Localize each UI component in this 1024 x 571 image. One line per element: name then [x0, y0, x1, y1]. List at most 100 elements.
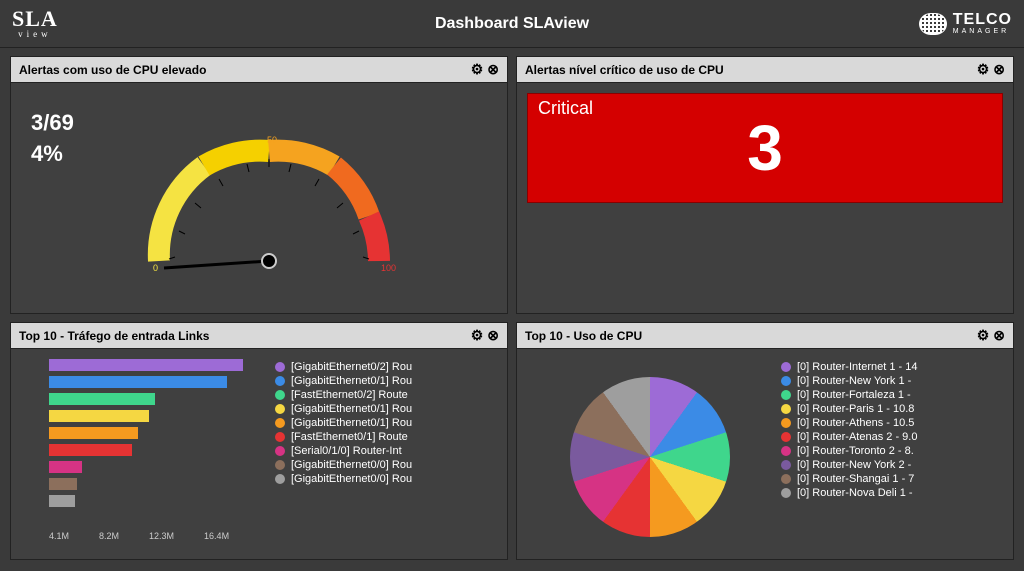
close-icon[interactable]: ⊗	[993, 61, 1005, 78]
legend-item[interactable]: [GigabitEthernet0/1] Rou	[275, 417, 499, 429]
legend-swatch	[275, 474, 285, 484]
bar-row	[49, 425, 269, 440]
panel-traffic-top10: Top 10 - Tráfego de entrada Links ⚙ ⊗ 4.…	[10, 322, 508, 560]
bar	[49, 478, 77, 490]
legend-item[interactable]: [0] Router-Toronto 2 - 8.	[781, 445, 1005, 457]
bar-row	[49, 357, 269, 372]
legend-item[interactable]: [0] Router-Athens - 10.5	[781, 417, 1005, 429]
bar	[49, 444, 132, 456]
panel-head: Top 10 - Tráfego de entrada Links ⚙ ⊗	[11, 323, 507, 349]
legend-swatch	[781, 432, 791, 442]
legend-label: [FastEthernet0/1] Route	[291, 431, 408, 443]
legend-label: [GigabitEthernet0/1] Rou	[291, 375, 412, 387]
gear-icon[interactable]: ⚙	[471, 61, 484, 78]
legend-item[interactable]: [0] Router-Paris 1 - 10.8	[781, 403, 1005, 415]
bar-row	[49, 442, 269, 457]
legend-label: [0] Router-Atenas 2 - 9.0	[797, 431, 917, 443]
legend-swatch	[275, 404, 285, 414]
legend-item[interactable]: [0] Router-Fortaleza 1 -	[781, 389, 1005, 401]
legend-swatch	[781, 474, 791, 484]
gauge-min-label: 0	[153, 263, 158, 273]
legend-swatch	[781, 488, 791, 498]
gauge-percent: 4%	[31, 139, 74, 170]
legend-label: [0] Router-Athens - 10.5	[797, 417, 914, 429]
bar-chart: 4.1M8.2M12.3M16.4M	[19, 357, 269, 551]
legend-item[interactable]: [GigabitEthernet0/0] Rou	[275, 459, 499, 471]
bar-row	[49, 493, 269, 508]
close-icon[interactable]: ⊗	[487, 61, 499, 78]
close-icon[interactable]: ⊗	[993, 327, 1005, 344]
gear-icon[interactable]: ⚙	[471, 327, 484, 344]
panel-head: Alertas com uso de CPU elevado ⚙ ⊗	[11, 57, 507, 83]
logo-left-big: SLA	[12, 6, 58, 31]
legend-swatch	[781, 404, 791, 414]
gauge-max-label: 100	[381, 263, 396, 273]
panel-title: Top 10 - Tráfego de entrada Links	[19, 329, 209, 343]
gear-icon[interactable]: ⚙	[977, 61, 990, 78]
gauge-ratio: 3/69	[31, 108, 74, 139]
legend-label: [FastEthernet0/2] Route	[291, 389, 408, 401]
logo-slaview: SLA view	[12, 8, 58, 39]
bar	[49, 393, 155, 405]
legend-item[interactable]: [GigabitEthernet0/0] Rou	[275, 473, 499, 485]
legend-swatch	[781, 460, 791, 470]
logo-right-small: MANAGER	[953, 28, 1012, 35]
cpu-legend: [0] Router-Internet 1 - 14 [0] Router-New…	[775, 357, 1005, 551]
bar	[49, 495, 75, 507]
bar	[49, 461, 82, 473]
bar	[49, 359, 243, 371]
panel-cpu-top10: Top 10 - Uso de CPU ⚙ ⊗ [0] Router-Inter…	[516, 322, 1014, 560]
legend-item[interactable]: [0] Router-New York 1 -	[781, 375, 1005, 387]
panel-head: Alertas nível crítico de uso de CPU ⚙ ⊗	[517, 57, 1013, 83]
legend-swatch	[275, 432, 285, 442]
legend-item[interactable]: [FastEthernet0/2] Route	[275, 389, 499, 401]
header: SLA view Dashboard SLAview TELCO MANAGER	[0, 0, 1024, 48]
logo-telco: TELCO MANAGER	[919, 12, 1012, 35]
bar-row	[49, 391, 269, 406]
gauge-mid-label: 50	[267, 135, 277, 145]
legend-label: [0] Router-Fortaleza 1 -	[797, 389, 911, 401]
pie-chart-area	[525, 357, 775, 551]
bar	[49, 376, 227, 388]
legend-swatch	[275, 460, 285, 470]
legend-swatch	[781, 418, 791, 428]
bar-row	[49, 476, 269, 491]
legend-item[interactable]: [0] Router-Internet 1 - 14	[781, 361, 1005, 373]
gauge-stats: 3/69 4%	[31, 108, 74, 170]
legend-label: [GigabitEthernet0/0] Rou	[291, 459, 412, 471]
legend-item[interactable]: [GigabitEthernet0/1] Rou	[275, 403, 499, 415]
gear-icon[interactable]: ⚙	[977, 327, 990, 344]
legend-swatch	[275, 418, 285, 428]
legend-swatch	[275, 390, 285, 400]
legend-label: [0] Router-New York 2 -	[797, 459, 911, 471]
page-title: Dashboard SLAview	[435, 15, 589, 33]
traffic-legend: [GigabitEthernet0/2] Rou [GigabitEthernet…	[269, 357, 499, 551]
globe-icon	[919, 13, 947, 35]
legend-item[interactable]: [0] Router-Nova Deli 1 -	[781, 487, 1005, 499]
logo-left-small: view	[12, 30, 58, 39]
panel-title: Alertas com uso de CPU elevado	[19, 63, 206, 77]
legend-item[interactable]: [0] Router-Atenas 2 - 9.0	[781, 431, 1005, 443]
legend-swatch	[781, 390, 791, 400]
critical-label: Critical	[538, 98, 593, 119]
panel-cpu-alerts-gauge: Alertas com uso de CPU elevado ⚙ ⊗ 3/69 …	[10, 56, 508, 314]
panel-critical-cpu: Alertas nível crítico de uso de CPU ⚙ ⊗ …	[516, 56, 1014, 314]
critical-value: 3	[747, 111, 783, 185]
logo-right-big: TELCO	[953, 11, 1012, 28]
critical-badge: Critical 3	[527, 93, 1003, 203]
legend-label: [0] Router-Internet 1 - 14	[797, 361, 917, 373]
legend-label: [GigabitEthernet0/1] Rou	[291, 417, 412, 429]
close-icon[interactable]: ⊗	[487, 327, 499, 344]
legend-item[interactable]: [0] Router-New York 2 -	[781, 459, 1005, 471]
axis-tick: 4.1M	[49, 531, 69, 541]
gauge-chart: 0 50 100	[129, 111, 409, 296]
dashboard-grid: Alertas com uso de CPU elevado ⚙ ⊗ 3/69 …	[0, 48, 1024, 568]
legend-swatch	[781, 376, 791, 386]
legend-item[interactable]: [0] Router-Shangai 1 - 7	[781, 473, 1005, 485]
legend-item[interactable]: [FastEthernet0/1] Route	[275, 431, 499, 443]
legend-item[interactable]: [GigabitEthernet0/1] Rou	[275, 375, 499, 387]
legend-item[interactable]: [GigabitEthernet0/2] Rou	[275, 361, 499, 373]
legend-swatch	[275, 362, 285, 372]
legend-item[interactable]: [Serial0/1/0] Router-Int	[275, 445, 499, 457]
bar-axis: 4.1M8.2M12.3M16.4M	[49, 531, 269, 541]
